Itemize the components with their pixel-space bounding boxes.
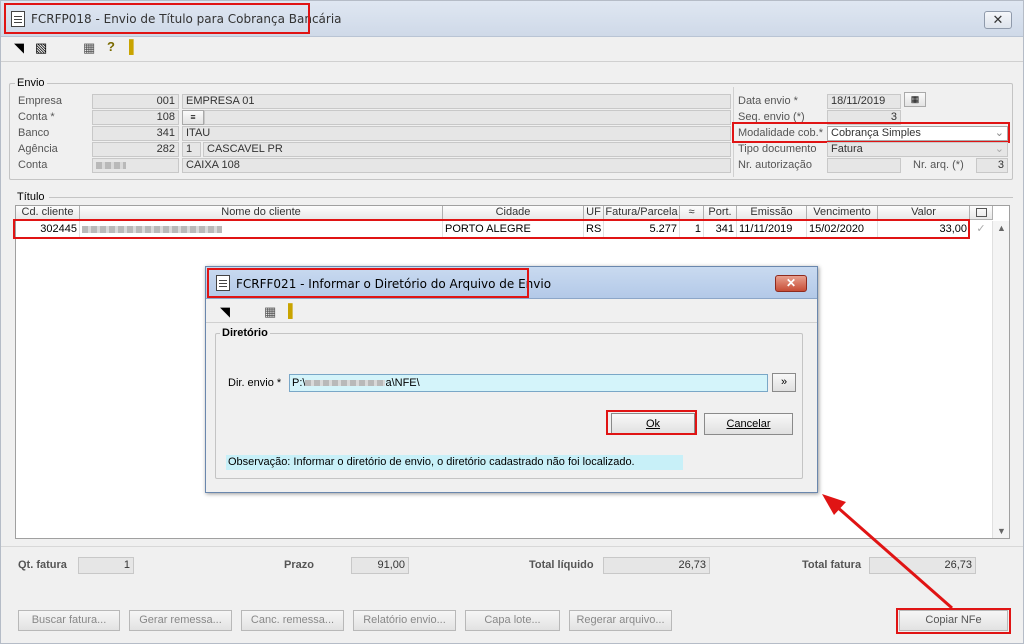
exit-door-icon[interactable]: ▌	[288, 304, 297, 318]
execute-icon[interactable]: ◥	[220, 305, 230, 319]
cancel-label: Cancelar	[726, 418, 771, 430]
dialog-title-bar: FCRFF021 - Informar o Diretório do Arqui…	[206, 267, 817, 299]
browse-button[interactable]: »	[772, 373, 796, 392]
document-icon	[216, 275, 230, 291]
dir-suffix: a\NFE\	[385, 377, 420, 389]
observacao-text: Observação: Informar o diretório de envi…	[226, 455, 683, 470]
ok-button[interactable]: Ok	[611, 413, 695, 435]
cancel-button[interactable]: Cancelar	[704, 413, 793, 435]
dir-envio-input[interactable]: P:\ a\NFE\	[289, 374, 768, 392]
diretorio-group-label: Diretório	[220, 327, 270, 339]
directory-dialog: FCRFF021 - Informar o Diretório do Arqui…	[205, 266, 818, 493]
calendar-icon[interactable]: ▦	[264, 305, 276, 319]
dialog-toolbar-divider	[206, 322, 817, 323]
dir-prefix: P:\	[292, 377, 306, 389]
dir-envio-label: Dir. envio *	[228, 377, 282, 389]
dialog-close-button[interactable]: ✕	[775, 275, 807, 292]
dir-redacted	[305, 380, 386, 387]
ok-label: Ok	[645, 418, 661, 430]
dialog-title: FCRFF021 - Informar o Diretório do Arqui…	[236, 277, 552, 291]
arrow-shaft	[835, 504, 953, 610]
